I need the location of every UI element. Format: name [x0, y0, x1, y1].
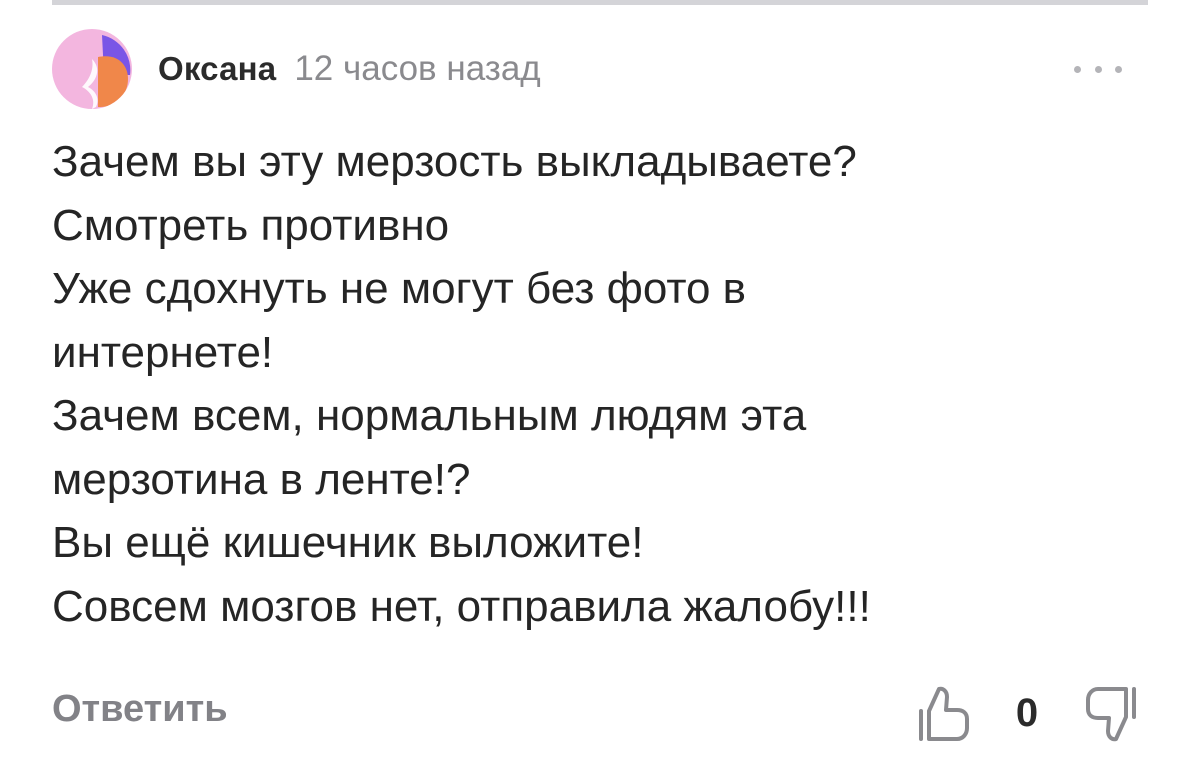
comment-line: Уже сдохнуть не могут без фото в	[52, 264, 747, 313]
comment-line: Совсем мозгов нет, отправила жалобу!!!	[52, 581, 871, 631]
vote-bar: 0	[905, 683, 1145, 745]
more-options-button[interactable]	[1074, 57, 1122, 81]
top-divider	[52, 0, 1148, 5]
thumbs-up-icon	[919, 686, 969, 741]
comment-line: мерзотина в ленте!?	[52, 454, 471, 504]
more-dots-icon	[1074, 65, 1081, 73]
author-name[interactable]: Оксана	[158, 50, 276, 88]
comment-line: Зачем всем, нормальным людям эта	[52, 391, 807, 440]
thumbs-down-icon	[1086, 687, 1136, 742]
comment-line: интернете!	[52, 327, 274, 377]
avatar-icon	[52, 29, 132, 109]
comment-line: Вы ещё кишечник выложите!	[52, 518, 644, 567]
comment-header: Оксана 12 часов назад	[52, 29, 1148, 109]
avatar[interactable]	[52, 29, 132, 109]
reply-button[interactable]: Ответить	[52, 688, 228, 731]
comment-line: Смотреть противно	[52, 200, 450, 250]
dislike-button[interactable]	[1080, 683, 1142, 745]
vote-count: 0	[1015, 691, 1039, 735]
like-button[interactable]	[913, 683, 975, 745]
comment-line: Зачем вы эту мерзость выкладываете?	[52, 137, 857, 186]
comment-text: Зачем вы эту мерзость выкладываете? Смот…	[52, 130, 1152, 638]
comment-timestamp: 12 часов назад	[294, 49, 541, 88]
